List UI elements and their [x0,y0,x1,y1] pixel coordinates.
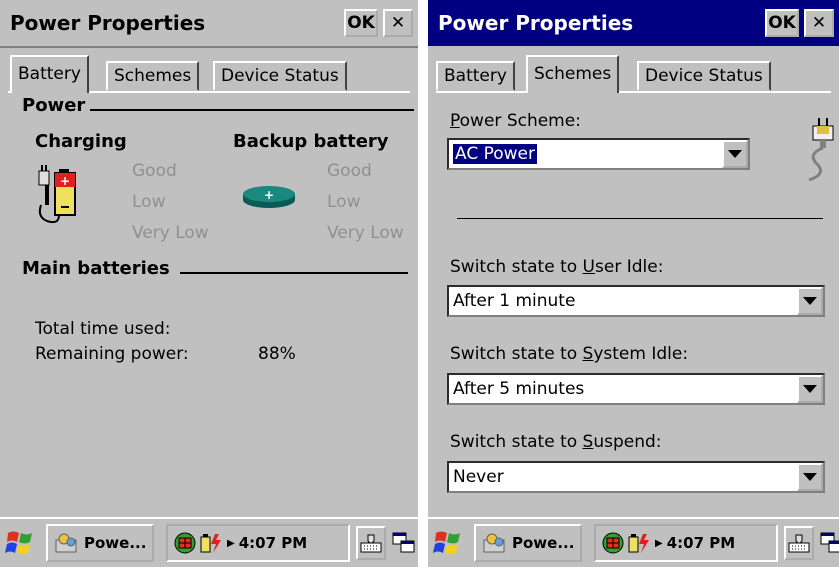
charging-level-very-low: Very Low [132,223,209,243]
backup-level-good: Good [327,161,372,181]
taskbar-app-label: Powe... [84,534,147,552]
tab-battery[interactable]: Battery [10,55,89,93]
tab-device-status[interactable]: Device Status [213,61,347,91]
total-time-label: Total time used: [35,319,171,339]
battery-tray-icon[interactable] [627,532,651,554]
system-idle-label: Switch state to System Idle: [450,344,689,364]
power-divider [90,109,414,111]
charging-label: Charging [35,131,127,152]
taskbar-app-button[interactable]: Powe... [474,524,582,562]
ok-button[interactable]: OK [765,9,799,37]
keyboard-button[interactable] [784,526,814,560]
main-batteries-divider [180,272,408,274]
svg-text:+: + [264,188,274,202]
clock: 4:07 PM [666,534,736,552]
scheme-divider [457,218,823,219]
user-idle-select[interactable]: After 1 minute [447,285,825,317]
system-tray: ▶ 4:07 PM [594,524,778,562]
chevron-down-icon[interactable] [722,140,748,168]
tab-battery[interactable]: Battery [436,61,515,91]
window-title: Power Properties [10,11,206,35]
charging-level-good: Good [132,161,177,181]
app-icon [483,533,505,553]
close-button[interactable]: ✕ [383,9,413,37]
tab-schemes[interactable]: Schemes [526,55,620,93]
app-icon [55,533,77,553]
keyboard-icon [788,534,810,553]
network-icon[interactable] [602,532,624,554]
switch-windows-icon[interactable] [820,531,839,555]
switch-windows-icon[interactable] [392,531,416,555]
charging-level-low: Low [132,192,166,212]
battery-plug-icon: + [38,165,76,224]
svg-text:+: + [60,174,70,188]
battery-tray-icon[interactable] [199,532,223,554]
start-flag-icon[interactable] [432,527,464,559]
chevron-down-icon[interactable] [797,287,823,315]
power-plug-icon [808,118,834,182]
backup-battery-label: Backup battery [233,131,389,152]
tab-device-status[interactable]: Device Status [637,61,771,91]
tab-schemes[interactable]: Schemes [106,61,200,91]
taskbar-app-button[interactable]: Powe... [46,524,154,562]
main-batteries-header: Main batteries [22,258,170,279]
power-scheme-label: Power Scheme: [450,111,581,131]
battery-tab-content: Power Charging Backup battery + Good Low… [0,93,418,517]
keyboard-button[interactable] [356,526,386,560]
backup-level-very-low: Very Low [327,223,404,243]
tab-strip: Battery Schemes Device Status [8,55,410,93]
taskbar: Powe... ▶ 4:07 PM [0,517,418,567]
chevron-down-icon[interactable] [797,375,823,403]
backup-battery-icon: + [243,186,295,208]
clock: 4:07 PM [238,534,308,552]
title-bar: Power Properties OK ✕ [428,0,839,46]
backup-level-low: Low [327,192,361,212]
power-header: Power [22,95,86,116]
power-scheme-select[interactable]: AC Power [447,138,750,170]
schemes-window: Power Properties OK ✕ Battery Schemes De… [428,0,839,567]
schemes-tab-content: Power Scheme: AC Power Switch state to U… [428,93,839,517]
chevron-down-icon[interactable] [797,463,823,491]
network-icon[interactable] [174,532,196,554]
user-idle-label: Switch state to User Idle: [450,257,664,277]
taskbar-app-label: Powe... [512,534,575,552]
taskbar: Powe... ▶ 4:07 PM [428,517,839,567]
battery-window: Power Properties OK ✕ Battery Schemes De… [0,0,418,567]
remaining-power-label: Remaining power: [35,344,189,364]
window-title: Power Properties [438,11,634,35]
tray-arrow-icon: ▶ [655,537,663,549]
keyboard-icon [360,534,382,553]
system-tray: ▶ 4:07 PM [166,524,350,562]
start-flag-icon[interactable] [4,527,36,559]
suspend-label: Switch state to Suspend: [450,432,662,452]
close-button[interactable]: ✕ [804,9,834,37]
suspend-select[interactable]: Never [447,461,825,493]
system-idle-select[interactable]: After 5 minutes [447,373,825,405]
remaining-power-value: 88% [258,344,296,364]
ok-button[interactable]: OK [344,9,378,37]
tab-strip: Battery Schemes Device Status [436,55,831,93]
tray-arrow-icon: ▶ [227,537,235,549]
title-bar: Power Properties OK ✕ [0,0,418,48]
